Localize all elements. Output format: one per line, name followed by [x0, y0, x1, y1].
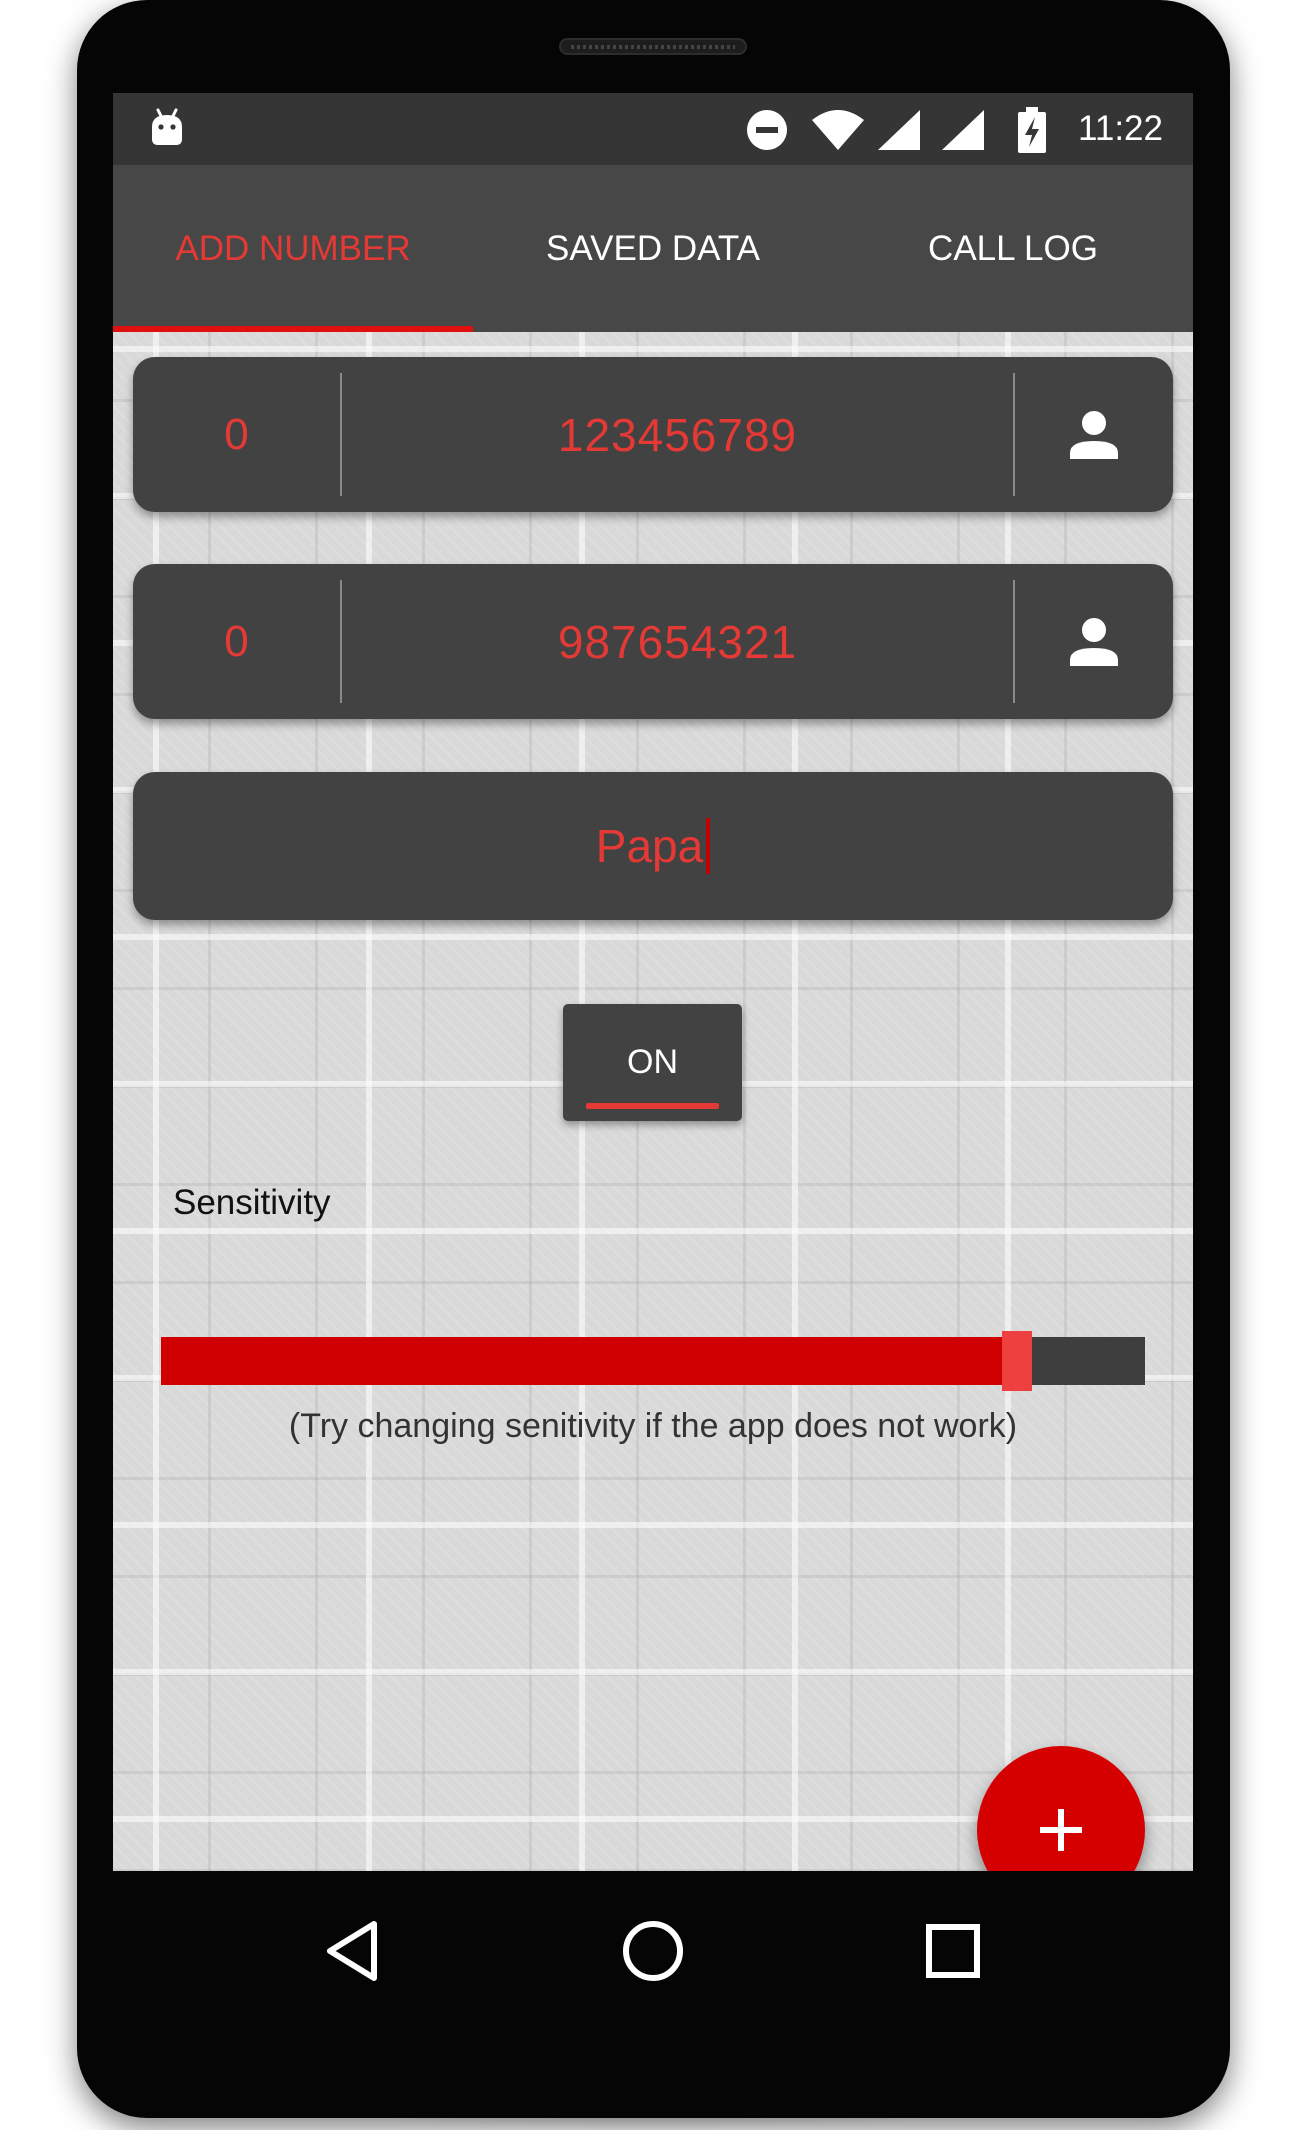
sensitivity-label: Sensitivity — [173, 1183, 331, 1222]
status-clock: 11:22 — [1078, 109, 1163, 148]
on-off-toggle-button[interactable]: ON — [563, 1004, 742, 1121]
content-area: 0 123456789 0 987654321 Papa ON Sensitiv… — [113, 332, 1193, 1871]
cell-signal-icon — [878, 110, 920, 150]
sensitivity-slider[interactable] — [161, 1331, 1145, 1391]
person-icon — [1070, 410, 1118, 459]
phone-number-field[interactable]: 123456789 — [342, 357, 1013, 512]
navigation-bar — [113, 1871, 1193, 2031]
text-caret — [706, 818, 711, 874]
add-fab-button[interactable] — [977, 1746, 1145, 1871]
pick-contact-button[interactable] — [1015, 564, 1173, 719]
back-icon — [327, 1921, 377, 1981]
tab-saved-data[interactable]: SAVED DATA — [473, 165, 833, 332]
tab-bar: ADD NUMBER SAVED DATA CALL LOG — [113, 165, 1193, 332]
recents-button[interactable] — [893, 1891, 1013, 2011]
prefix-field[interactable]: 0 — [133, 564, 340, 719]
recents-icon — [926, 1924, 980, 1978]
wifi-icon — [812, 110, 864, 150]
tab-call-log[interactable]: CALL LOG — [833, 165, 1193, 332]
name-input-value: Papa — [595, 820, 704, 872]
person-icon — [1070, 617, 1118, 666]
back-button[interactable] — [292, 1891, 412, 2011]
earpiece-speaker — [559, 38, 747, 55]
screen: 11:22 ADD NUMBER SAVED DATA CALL LOG 0 1… — [113, 93, 1193, 1871]
cell-signal-icon — [942, 110, 984, 150]
android-icon — [152, 108, 182, 145]
phone-number-field[interactable]: 987654321 — [342, 564, 1013, 719]
prefix-field[interactable]: 0 — [133, 357, 340, 512]
do-not-disturb-icon — [747, 110, 787, 150]
number-row-2: 0 987654321 — [133, 564, 1173, 719]
name-input-card: Papa — [133, 772, 1173, 920]
home-icon — [623, 1921, 683, 1981]
pick-contact-button[interactable] — [1015, 357, 1173, 512]
home-button[interactable] — [593, 1891, 713, 2011]
plus-icon — [1040, 1809, 1082, 1851]
toggle-label: ON — [627, 1043, 678, 1081]
status-bar: 11:22 — [113, 93, 1193, 165]
toggle-indicator — [586, 1103, 719, 1109]
slider-fill — [161, 1337, 1018, 1385]
slider-thumb[interactable] — [1002, 1331, 1033, 1391]
tab-add-number[interactable]: ADD NUMBER — [113, 165, 473, 332]
battery-charging-icon — [1018, 107, 1046, 153]
sensitivity-hint: (Try changing senitivity if the app does… — [288, 1407, 1018, 1445]
number-row-1: 0 123456789 — [133, 357, 1173, 512]
name-input[interactable]: Papa — [133, 772, 1173, 920]
